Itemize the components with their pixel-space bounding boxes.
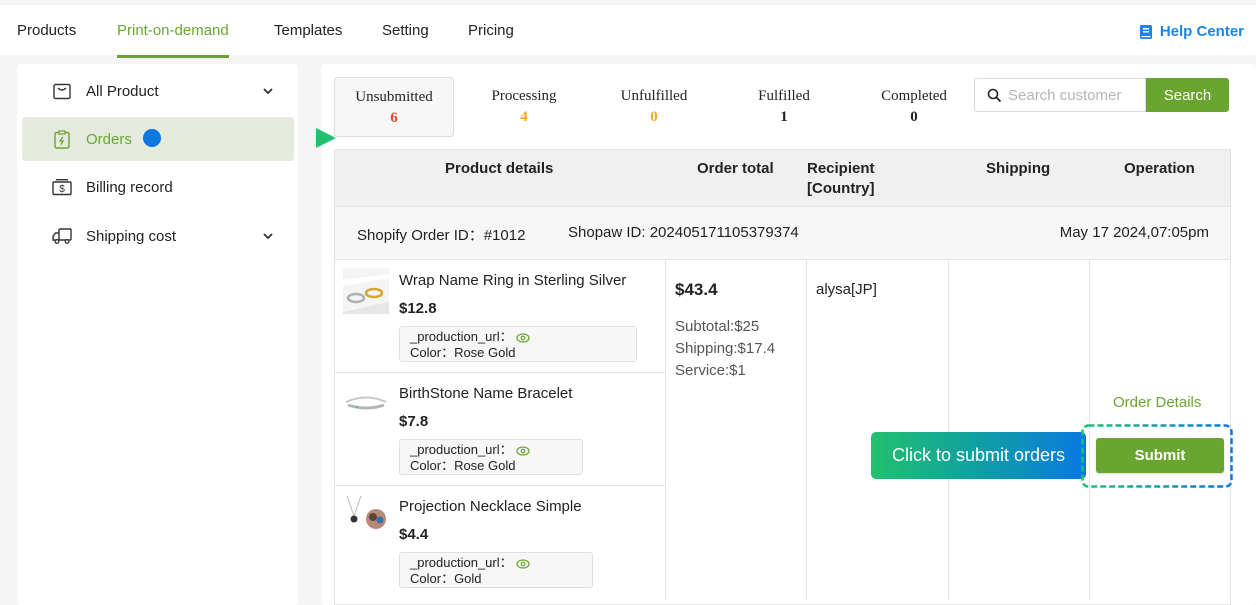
search-field (974, 78, 1146, 112)
orders-panel: Unsubmitted 6 Processing 4 Unfulfilled 0… (321, 64, 1256, 605)
header-operation: Operation (1124, 160, 1195, 177)
product-properties: _production_url： Color：Rose Gold (399, 439, 583, 475)
order-info-bar: Shopify Order ID：#1012 Shopaw ID: 202405… (335, 207, 1230, 260)
clipboard-icon (52, 129, 72, 149)
status-tab-completed[interactable]: Completed 0 (854, 77, 974, 137)
column-divider (948, 260, 949, 600)
chevron-down-icon[interactable] (262, 230, 274, 242)
sidebar-item-all-product[interactable]: All Product (22, 69, 294, 113)
production-url-label: _production_url： (410, 555, 513, 570)
column-divider (806, 260, 807, 600)
sidebar-item-shipping-cost[interactable]: Shipping cost (22, 214, 294, 258)
tab-print-on-demand[interactable]: Print-on-demand (117, 22, 229, 58)
sidebar-item-label: All Product (86, 82, 159, 100)
necklace-thumbnail (343, 494, 389, 540)
product-properties: _production_url： Color：Gold (399, 552, 593, 588)
status-tab-unsubmitted[interactable]: Unsubmitted 6 (334, 77, 454, 137)
highlight-box (1081, 424, 1233, 488)
shopaw-id: Shopaw ID: 202405171105379374 (568, 224, 799, 241)
status-tab-fulfilled[interactable]: Fulfilled 1 (724, 77, 844, 137)
order-details-link[interactable]: Order Details (1113, 394, 1201, 411)
shopping-bag-icon (52, 81, 72, 101)
column-divider (665, 260, 666, 600)
product-color: Color：Gold (410, 571, 482, 586)
eye-icon[interactable] (516, 446, 530, 456)
product-color: Color：Rose Gold (410, 345, 516, 360)
orders-table: Product details Order total Recipient [C… (334, 149, 1231, 605)
status-tab-count: 1 (780, 109, 788, 125)
svg-text:$: $ (59, 184, 65, 195)
search-customer-input[interactable] (1008, 86, 1138, 104)
product-row: BirthStone Name Bracelet $7.8 _productio… (335, 373, 665, 486)
status-tab-count: 6 (390, 110, 398, 126)
shopify-order-id: Shopify Order ID：#1012 (357, 227, 526, 244)
order-total-breakdown: Subtotal:$25 Shipping:$17.4 Service:$1 (675, 316, 775, 382)
eye-icon[interactable] (516, 333, 530, 343)
status-tab-label: Fulfilled (758, 88, 810, 104)
tab-setting[interactable]: Setting (382, 22, 429, 39)
subtotal: Subtotal:$25 (675, 318, 760, 335)
ring-thumbnail (343, 268, 389, 314)
search-button[interactable]: Search (1146, 78, 1229, 112)
bracelet-thumbnail (343, 381, 389, 427)
status-tab-label: Unsubmitted (355, 89, 433, 105)
product-price: $4.4 (399, 526, 429, 543)
order-date: May 17 2024,07:05pm (1059, 224, 1209, 241)
help-center-link[interactable]: Help Center (1138, 23, 1244, 40)
header-recipient-line1: Recipient (807, 160, 875, 177)
sidebar-item-label: Billing record (86, 178, 173, 196)
header-recipient-line2: [Country] (807, 180, 875, 197)
service-fee: Service:$1 (675, 362, 746, 379)
header-product-details: Product details (445, 160, 554, 177)
status-tab-label: Unfulfilled (620, 88, 688, 104)
production-url-label: _production_url： (410, 442, 513, 457)
product-name: Wrap Name Ring in Sterling Silver (399, 272, 627, 289)
status-tab-count: 0 (910, 109, 918, 125)
production-url-label: _production_url： (410, 329, 513, 344)
help-center-label: Help Center (1159, 23, 1244, 40)
order-total: $43.4 (675, 280, 718, 299)
header-recipient: Recipient [Country] (807, 159, 875, 199)
product-color: Color：Rose Gold (410, 458, 516, 473)
recipient: alysa[JP] (816, 281, 877, 298)
book-icon (1139, 24, 1152, 39)
table-header: Product details Order total Recipient [C… (335, 150, 1230, 207)
sidebar-item-label: Orders (86, 130, 132, 148)
status-tab-unfulfilled[interactable]: Unfulfilled 0 (594, 77, 714, 137)
product-price: $7.8 (399, 413, 429, 430)
status-tab-processing[interactable]: Processing 4 (464, 77, 584, 137)
chevron-down-icon[interactable] (262, 85, 274, 97)
top-navigation: Products Print-on-demand Templates Setti… (0, 5, 1256, 58)
product-price: $12.8 (399, 300, 437, 317)
tab-products[interactable]: Products (17, 22, 76, 39)
sidebar-item-billing-record[interactable]: $ Billing record (22, 165, 294, 209)
status-tab-count: 4 (520, 109, 528, 125)
product-row: Wrap Name Ring in Sterling Silver $12.8 … (335, 260, 665, 373)
shipping-cost: Shipping:$17.4 (675, 340, 776, 357)
header-shipping: Shipping (986, 160, 1051, 177)
product-row: Projection Necklace Simple $4.4 _product… (335, 486, 665, 599)
product-properties: _production_url： Color：Rose Gold (399, 326, 637, 362)
billing-icon: $ (52, 177, 72, 197)
annotation-arrow (143, 128, 336, 148)
status-tab-label: Processing (491, 88, 557, 104)
tab-pricing[interactable]: Pricing (468, 22, 514, 39)
tab-templates[interactable]: Templates (274, 22, 342, 39)
status-tab-count: 0 (650, 109, 658, 125)
truck-icon (52, 226, 72, 246)
search-icon (987, 88, 1002, 102)
sidebar-item-label: Shipping cost (86, 227, 177, 245)
submit-callout: Click to submit orders (871, 432, 1086, 479)
status-tab-label: Completed (881, 88, 947, 104)
header-order-total: Order total (697, 160, 774, 177)
eye-icon[interactable] (516, 559, 530, 569)
product-name: Projection Necklace Simple (399, 498, 582, 515)
product-name: BirthStone Name Bracelet (399, 385, 573, 402)
